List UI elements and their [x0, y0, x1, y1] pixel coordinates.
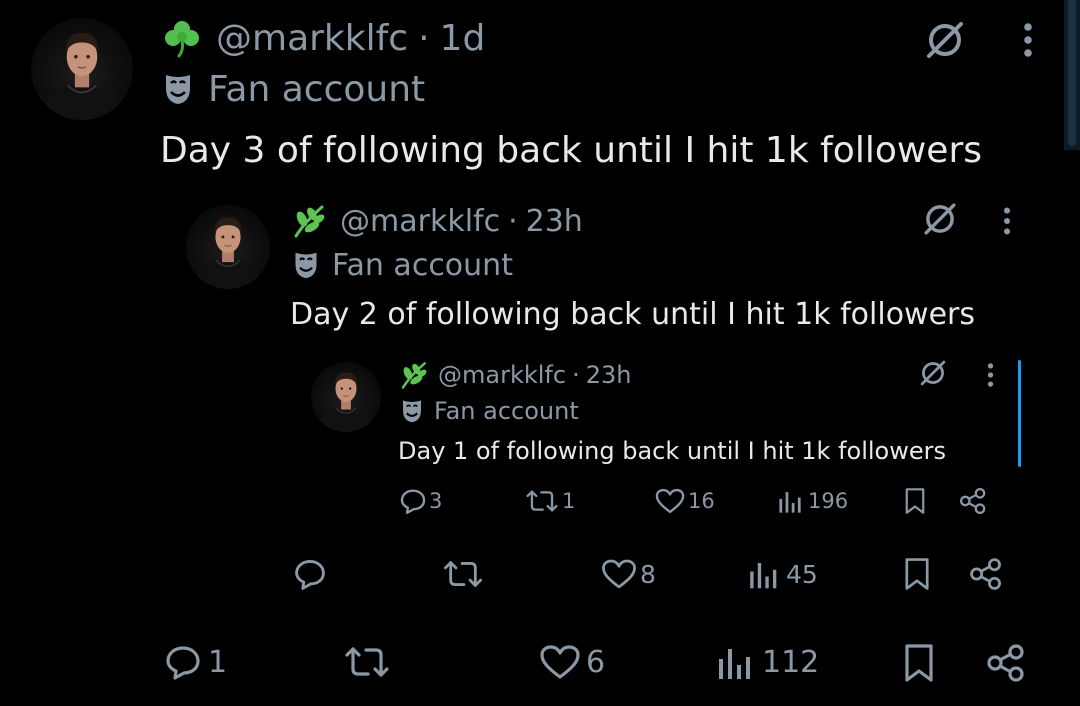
repost-icon	[342, 643, 392, 681]
avatar[interactable]	[31, 18, 133, 120]
tweet-text: Day 2 of following back until I hit 1k f…	[290, 292, 975, 336]
like-button[interactable]: 8	[600, 555, 656, 593]
tweet-header: @markklfc · 23h	[398, 356, 631, 394]
bookmark-icon[interactable]	[902, 486, 928, 516]
more-options-icon[interactable]	[1016, 18, 1040, 62]
tweet-text: Day 1 of following back until I hit 1k f…	[398, 432, 946, 470]
like-count: 6	[586, 644, 606, 680]
heart-icon	[600, 557, 638, 591]
like-count: 16	[688, 489, 715, 513]
tweet-header: @markklfc · 23h	[290, 199, 583, 243]
share-icon[interactable]	[968, 556, 1004, 592]
reply-icon	[164, 643, 202, 681]
account-label: Fan account	[332, 247, 513, 283]
more-options-icon[interactable]	[982, 360, 998, 390]
more-options-icon[interactable]	[997, 203, 1017, 239]
repost-button[interactable]: 1	[524, 485, 575, 517]
share-icon[interactable]	[958, 486, 988, 516]
grok-icon[interactable]	[922, 17, 968, 63]
tweet-text-content: Day 2 of following back until I hit 1k f…	[290, 296, 976, 332]
views-button[interactable]: 112	[714, 640, 819, 684]
views-icon	[746, 558, 778, 590]
repost-count: 1	[562, 489, 576, 513]
account-label: Fan account	[434, 397, 579, 425]
tweet-text: Day 3 of following back until I hit 1k f…	[160, 126, 982, 174]
views-count: 196	[808, 489, 849, 513]
views-count: 112	[762, 644, 820, 680]
herb-icon	[398, 360, 428, 390]
like-button[interactable]: 6	[538, 640, 605, 684]
tweet-separator: ·	[418, 17, 430, 59]
quote-accent-line	[1018, 360, 1021, 467]
account-label-row: Fan account	[162, 66, 425, 112]
tweet-time[interactable]: 1d	[440, 18, 486, 59]
reply-icon	[399, 487, 427, 515]
views-count: 45	[786, 559, 818, 589]
grok-icon[interactable]	[920, 199, 960, 239]
account-label: Fan account	[208, 68, 426, 110]
avatar[interactable]	[186, 205, 270, 289]
reply-icon	[293, 557, 327, 591]
reply-button[interactable]: 1	[164, 640, 227, 684]
tweet-text-content: Day 1 of following back until I hit 1k f…	[398, 437, 947, 465]
share-icon[interactable]	[984, 642, 1028, 684]
tweet-handle[interactable]: @markklfc	[438, 361, 566, 389]
reply-count: 1	[208, 644, 228, 680]
tweet-separator: ·	[508, 203, 518, 239]
account-label-row: Fan account	[292, 244, 513, 286]
repost-button[interactable]	[441, 555, 485, 593]
tweet-handle[interactable]: @markklfc	[216, 18, 408, 59]
reply-button[interactable]: 3	[399, 485, 442, 517]
tweet-handle[interactable]: @markklfc	[340, 204, 500, 239]
like-count: 8	[640, 559, 656, 589]
theater-masks-icon	[292, 250, 320, 280]
tweet-text-content: Day 3 of following back until I hit 1k f…	[160, 129, 983, 171]
grok-icon[interactable]	[917, 357, 949, 389]
repost-icon	[441, 557, 485, 591]
herb-icon	[290, 203, 326, 239]
repost-button[interactable]	[342, 640, 392, 684]
reply-button[interactable]	[293, 555, 327, 593]
theater-masks-icon	[400, 398, 424, 424]
tweet-time[interactable]: 23h	[586, 361, 632, 389]
reply-count: 3	[429, 489, 443, 513]
bookmark-icon[interactable]	[900, 642, 938, 684]
heart-icon	[538, 643, 582, 681]
account-label-row: Fan account	[400, 393, 579, 429]
theater-masks-icon	[162, 72, 194, 106]
like-button[interactable]: 16	[654, 485, 715, 517]
tweet-separator: ·	[572, 361, 580, 389]
scrollbar-thumb[interactable]	[1068, 0, 1076, 146]
heart-icon	[654, 487, 686, 515]
views-icon	[776, 488, 802, 514]
views-button[interactable]: 196	[776, 485, 848, 517]
tweet-header: @markklfc · 1d	[162, 14, 485, 62]
tweet-time[interactable]: 23h	[526, 204, 583, 239]
bookmark-icon[interactable]	[901, 556, 933, 592]
avatar[interactable]	[311, 362, 381, 432]
views-icon	[714, 643, 752, 681]
shamrock-icon	[162, 18, 202, 58]
views-button[interactable]: 45	[746, 555, 818, 593]
repost-icon	[524, 487, 560, 515]
